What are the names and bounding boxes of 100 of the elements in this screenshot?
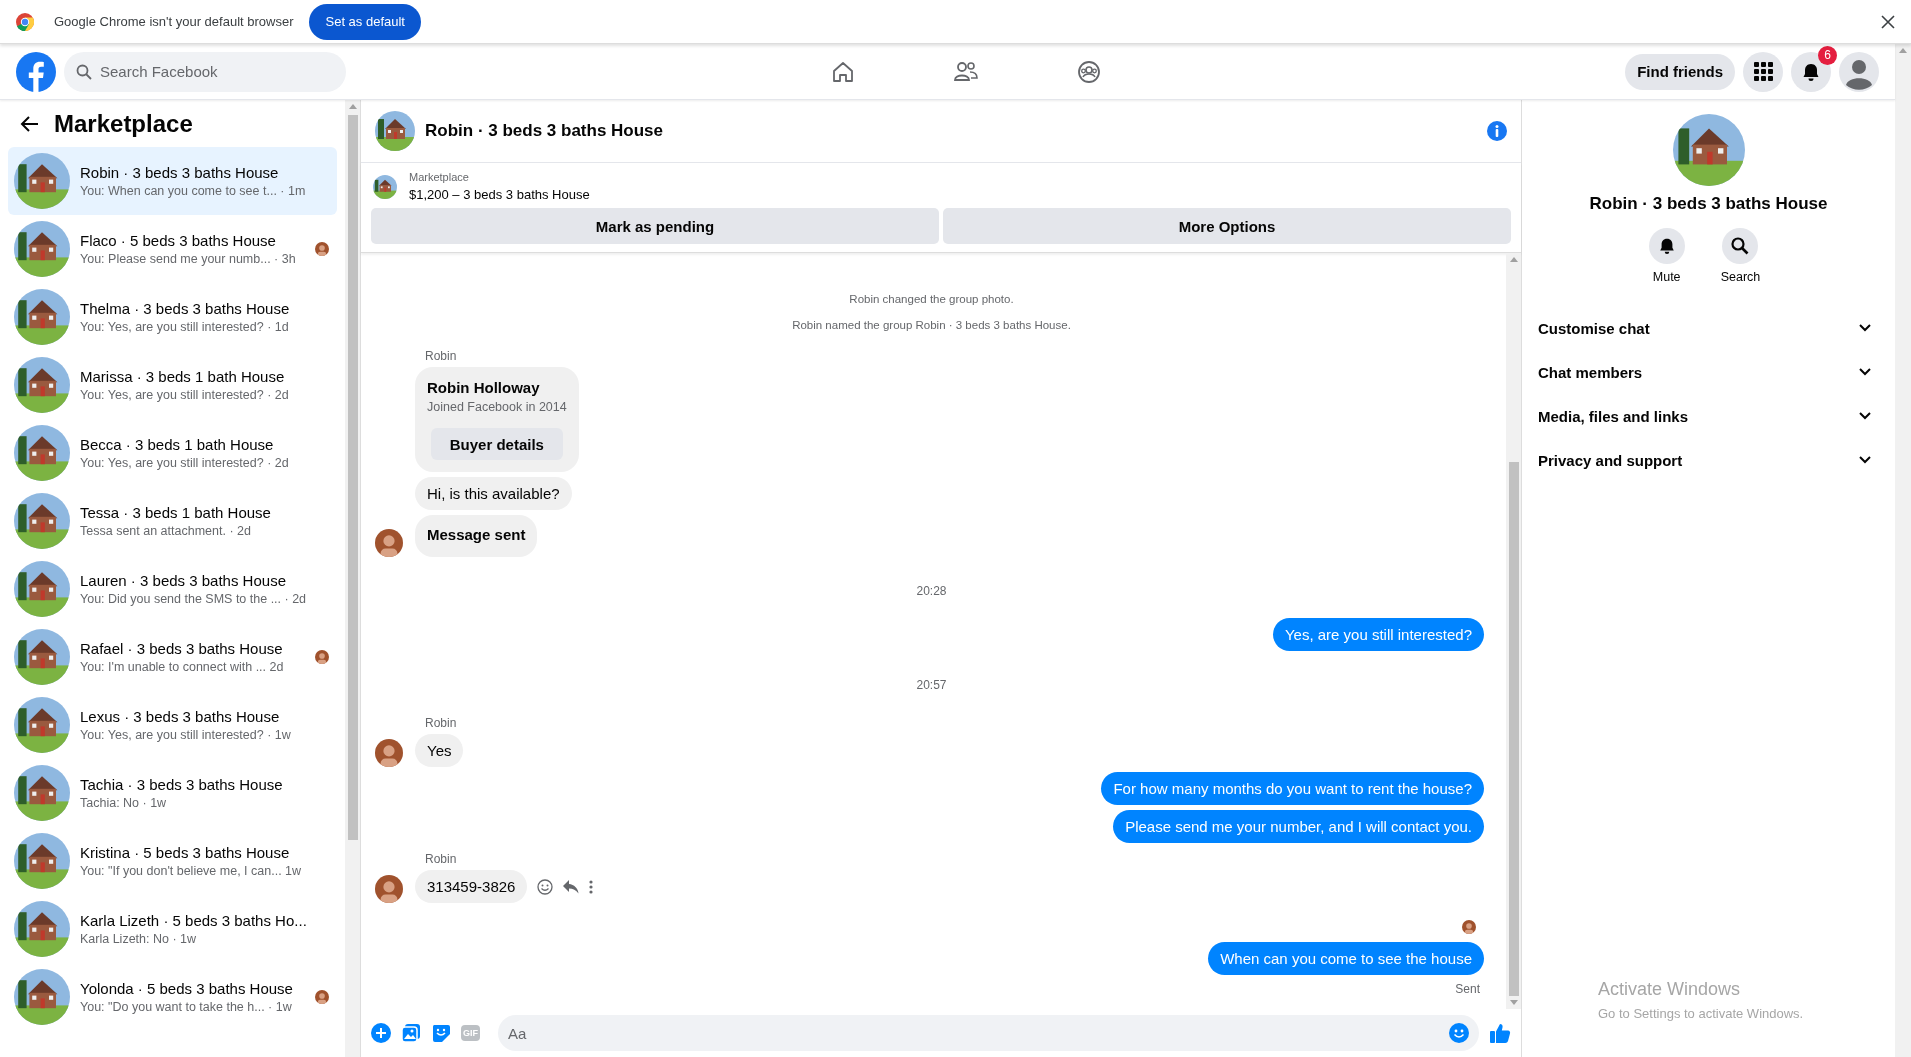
listing-title: $1,200 – 3 beds 3 baths House <box>409 187 590 202</box>
smiley-icon[interactable] <box>537 878 554 895</box>
conversation-title: Lexus · 3 beds 3 baths House <box>80 708 281 725</box>
section-toggle[interactable]: Customise chat <box>1522 306 1895 350</box>
conversation-item[interactable]: Lexus · 3 beds 3 baths House You: Yes, are you still interested? · 1w <box>8 691 337 759</box>
close-icon[interactable] <box>1881 14 1895 29</box>
sidebar-title: Marketplace <box>54 109 193 138</box>
scroll-up-arrow-icon[interactable] <box>1509 257 1518 262</box>
conversation-preview: You: I'm unable to connect with ... 2d <box>80 660 285 674</box>
scroll-up-arrow-icon[interactable] <box>348 104 357 109</box>
sticker-icon[interactable] <box>431 1023 451 1043</box>
thumbs-up-icon[interactable] <box>1489 1022 1511 1044</box>
set-as-default-button[interactable]: Set as default <box>309 3 421 40</box>
sender-avatar <box>375 739 403 767</box>
conversation-preview: You: Did you send the SMS to the ... · 2d <box>80 592 305 606</box>
message-bubble: For how many months do you want to rent the house? <box>1101 772 1484 805</box>
house-photo <box>14 357 70 413</box>
house-photo <box>14 901 70 957</box>
sender-name: Robin <box>425 716 458 730</box>
conversation-preview: You: "If you don't believe me, I can... 1w <box>80 864 303 878</box>
conversation-preview: Karla Lizeth: No · 1w <box>80 932 198 946</box>
conversation-item[interactable]: Robin · 3 beds 3 baths House You: When can you come to see t... · 1m <box>8 147 337 215</box>
timestamp: 20:28 <box>916 584 947 598</box>
house-photo <box>14 765 70 821</box>
chat-title: Robin · 3 beds 3 baths House <box>425 121 665 141</box>
conversation-preview: You: Yes, are you still interested? · 1w <box>80 728 292 742</box>
section-toggle[interactable]: Media, files and links <box>1522 394 1895 438</box>
reply-icon[interactable] <box>563 879 580 894</box>
conversation-item[interactable]: Karla Lizeth · 5 beds 3 baths Ho... Karla Lizeth: No · 1w <box>8 895 337 963</box>
conversation-title: Thelma · 3 beds 3 baths House <box>80 300 291 317</box>
conversation-title: Tessa · 3 beds 1 bath House <box>80 504 272 521</box>
activation-notice-text: Go to Settings to activate Windows. <box>1598 1006 1804 1021</box>
conversation-item[interactable]: Rafael · 3 beds 3 baths House You: I'm unable to connect with ... 2d <box>8 623 337 691</box>
chrome-logo-icon <box>16 12 34 31</box>
conversation-title: Robin · 3 beds 3 baths House <box>80 164 280 181</box>
grid-icon <box>1753 62 1773 81</box>
conversation-item[interactable]: Thelma · 3 beds 3 baths House You: Yes, are you still interested? · 1d <box>8 283 337 351</box>
more-icon[interactable] <box>589 879 594 894</box>
activation-notice-title: Activate Windows <box>1598 979 1742 1000</box>
conversation-item[interactable]: Lauren · 3 beds 3 baths House You: Did you send the SMS to the ... · 2d <box>8 555 337 623</box>
house-photo <box>14 425 70 481</box>
conversation-preview: You: Please send me your numb... · 3h <box>80 252 297 266</box>
section-toggle[interactable]: Chat members <box>1522 350 1895 394</box>
conversation-item[interactable]: Becca · 3 beds 1 bath House You: Yes, are you still interested? · 2d <box>8 419 337 487</box>
listing-label: Marketplace <box>409 171 470 183</box>
profile-avatar[interactable] <box>1839 51 1879 92</box>
listing-action-button[interactable]: Mark as pending <box>371 208 939 244</box>
listing-action-button[interactable]: More Options <box>943 208 1511 244</box>
system-message: Robin named the group Robin · 3 beds 3 baths House. <box>792 319 1071 331</box>
menu-button[interactable] <box>1743 51 1783 92</box>
find-friends-button[interactable]: Find friends <box>1625 53 1735 90</box>
house-photo <box>14 289 70 345</box>
house-photo <box>14 221 70 277</box>
search-icon <box>1731 237 1750 255</box>
house-photo <box>14 697 70 753</box>
chevron-icon <box>1859 456 1871 464</box>
search-field[interactable]: Search Facebook <box>64 51 346 92</box>
conversation-title: Becca · 3 beds 1 bath House <box>80 436 275 453</box>
back-arrow-icon[interactable] <box>20 113 40 134</box>
facebook-logo-icon[interactable] <box>16 51 56 92</box>
friends-icon[interactable] <box>952 59 979 84</box>
search-icon <box>76 63 92 80</box>
house-photo <box>14 493 70 549</box>
plus-icon[interactable] <box>371 1023 391 1043</box>
section-toggle[interactable]: Privacy and support <box>1522 438 1895 482</box>
listing-photo <box>373 174 397 199</box>
scrollbar[interactable] <box>1506 253 1521 1009</box>
conversation-title: Rafael · 3 beds 3 baths House <box>80 640 284 657</box>
message-input-field[interactable]: Aa <box>498 1015 1479 1051</box>
buyer-details-button[interactable]: Buyer details <box>431 428 563 460</box>
conversation-item[interactable]: Yolonda · 5 beds 3 baths House You: "Do you want to take the h... · 1w <box>8 963 337 1031</box>
buyer-name: Robin Holloway <box>427 379 541 396</box>
scroll-up-arrow-icon[interactable] <box>1899 48 1907 53</box>
notifications-button[interactable] <box>1791 51 1831 92</box>
info-icon[interactable] <box>1487 121 1507 141</box>
image-icon[interactable] <box>401 1023 421 1043</box>
sender-name: Robin <box>425 852 458 866</box>
scrollbar[interactable] <box>345 100 360 1057</box>
conversation-item[interactable]: Kristina · 5 beds 3 baths House You: "If you don't believe me, I can... 1w <box>8 827 337 895</box>
group-name: Robin · 3 beds 3 baths House <box>1589 194 1828 214</box>
system-message: Robin changed the group photo. <box>849 293 1014 305</box>
buyer-joined-text: Joined Facebook in 2014 <box>427 400 567 414</box>
sender-avatar <box>375 875 403 903</box>
conversation-item[interactable]: Tachia · 3 beds 3 baths House Tachia: No · 1w <box>8 759 337 827</box>
conversation-item[interactable]: Marissa · 3 beds 1 bath House You: Yes, are you still interested? · 2d <box>8 351 337 419</box>
conversation-preview: Tessa sent an attachment. · 2d <box>80 524 252 538</box>
browser-default-message: Google Chrome isn't your default browser <box>54 14 294 29</box>
conversation-preview: Tachia: No · 1w <box>80 796 168 810</box>
message-bubble: Please send me your number, and I will contact you. <box>1113 810 1484 843</box>
conversation-item[interactable]: Tessa · 3 beds 1 bath House Tessa sent an attachment. · 2d <box>8 487 337 555</box>
scroll-down-arrow-icon[interactable] <box>1509 1000 1518 1005</box>
house-photo <box>14 833 70 889</box>
groups-icon[interactable] <box>1076 59 1101 84</box>
house-photo <box>14 153 70 209</box>
conversation-preview: You: "Do you want to take the h... · 1w <box>80 1000 293 1014</box>
seen-avatar <box>1462 920 1476 934</box>
bell-icon <box>1801 61 1821 82</box>
home-icon[interactable] <box>830 59 855 84</box>
emoji-icon[interactable] <box>1449 1023 1469 1043</box>
conversation-item[interactable]: Flaco · 5 beds 3 baths House You: Please send me your numb... · 3h <box>8 215 337 283</box>
